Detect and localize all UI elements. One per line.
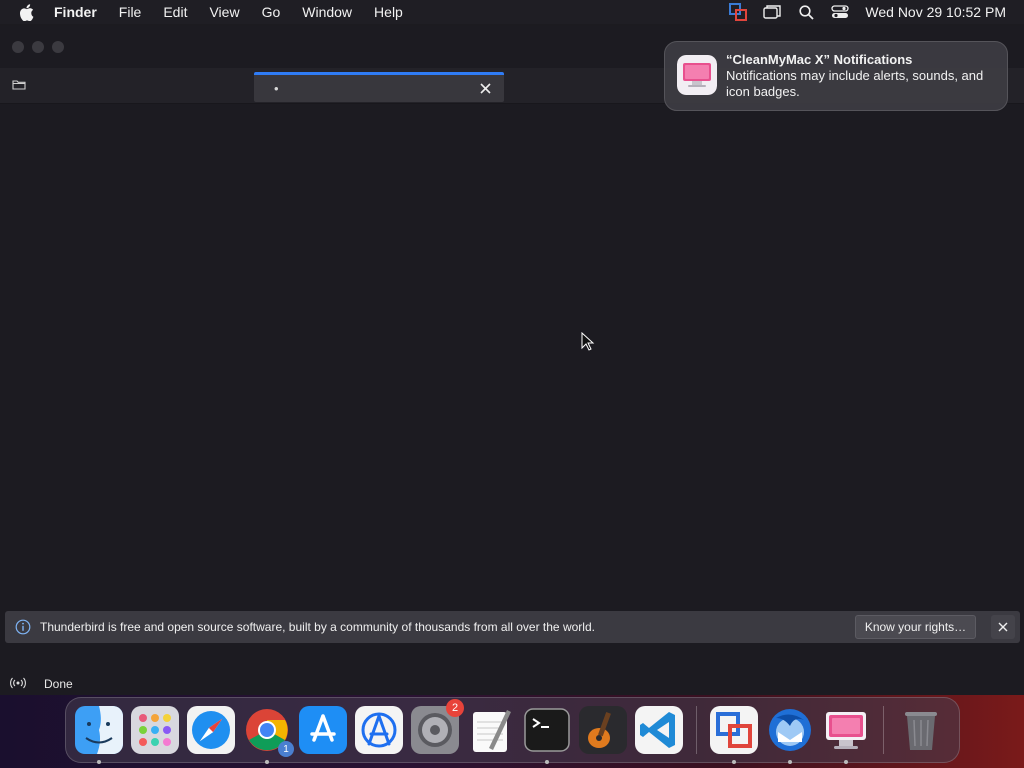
instruments-icon [355, 706, 403, 754]
status-text: Done [44, 677, 73, 691]
menu-window[interactable]: Window [291, 0, 363, 24]
control-center-icon[interactable] [831, 3, 850, 21]
dock-safari[interactable] [186, 705, 236, 755]
dock-app-store[interactable] [298, 705, 348, 755]
dock-system-preferences[interactable]: 2 [410, 699, 464, 755]
parallels-status-icon[interactable] [729, 3, 748, 21]
system-notification-banner[interactable]: “CleanMyMac X” Notifications Notificatio… [664, 41, 1008, 111]
chrome-badge: 1 [278, 741, 294, 757]
screen-mirroring-icon[interactable] [763, 3, 782, 21]
spotlight-search-icon[interactable] [797, 3, 815, 21]
dock-separator-2 [883, 706, 884, 754]
dock-finder[interactable] [74, 705, 124, 764]
terminal-icon [524, 708, 570, 752]
dock-launchpad[interactable] [130, 705, 180, 755]
dock-vscode[interactable] [634, 705, 684, 755]
dock-parallels[interactable] [709, 705, 759, 764]
close-icon [998, 622, 1008, 632]
cleanmymac-icon [826, 712, 866, 749]
folder-icon[interactable] [12, 77, 26, 95]
menu-edit[interactable]: Edit [152, 0, 198, 24]
connection-status-icon [10, 677, 26, 692]
dock-terminal[interactable] [522, 705, 572, 764]
notification-body: Notifications may include alerts, sounds… [726, 68, 984, 99]
mouse-cursor-icon [581, 332, 595, 351]
dock-separator [696, 706, 697, 754]
menu-help[interactable]: Help [363, 0, 414, 24]
launchpad-icon [131, 706, 179, 754]
finder-icon [75, 706, 123, 754]
system-preferences-badge: 2 [446, 699, 464, 717]
menu-app-name[interactable]: Finder [52, 0, 108, 24]
dock-garageband[interactable] [578, 705, 628, 755]
menu-bar: Finder File Edit View Go Window Help Wed… [0, 0, 1024, 24]
close-window-button[interactable] [12, 41, 24, 53]
dock-instruments[interactable] [354, 705, 404, 755]
info-icon [15, 619, 31, 635]
search-input[interactable] [274, 81, 478, 96]
dock-textedit[interactable] [466, 705, 516, 755]
menu-bar-clock[interactable]: Wed Nov 29 10:52 PM [865, 4, 1006, 20]
dock-trash[interactable] [896, 705, 946, 755]
notification-title: “CleanMyMac X” Notifications [726, 52, 913, 67]
apple-menu-icon[interactable] [0, 3, 52, 21]
menu-file[interactable]: File [108, 0, 153, 24]
main-content-area [0, 104, 1024, 634]
info-message: Thunderbird is free and open source soft… [40, 620, 595, 634]
info-notification-bar: Thunderbird is free and open source soft… [5, 611, 1020, 643]
cleanmymac-app-icon [677, 55, 717, 95]
textedit-icon [473, 710, 511, 752]
status-bar: Done [0, 673, 1024, 695]
dock: 1 2 [65, 697, 960, 764]
clear-search-icon[interactable] [478, 82, 492, 96]
minimize-window-button[interactable] [32, 41, 44, 53]
thunderbird-icon [769, 709, 811, 751]
dock-cleanmymac[interactable] [821, 705, 871, 764]
dock-thunderbird[interactable] [765, 705, 815, 764]
vscode-icon [635, 706, 683, 754]
app-store-icon [299, 706, 347, 754]
menu-go[interactable]: Go [251, 0, 292, 24]
app-window: Thunderbird is free and open source soft… [0, 26, 1024, 695]
parallels-icon [710, 706, 758, 754]
guitar-icon [579, 706, 627, 754]
trash-icon [905, 712, 937, 750]
know-your-rights-button[interactable]: Know your rights… [855, 615, 976, 639]
menu-view[interactable]: View [198, 0, 250, 24]
dismiss-notification-button[interactable] [991, 615, 1015, 639]
search-field[interactable] [254, 72, 504, 102]
dock-chrome[interactable]: 1 [242, 705, 294, 764]
zoom-window-button[interactable] [52, 41, 64, 53]
safari-icon [187, 706, 235, 754]
